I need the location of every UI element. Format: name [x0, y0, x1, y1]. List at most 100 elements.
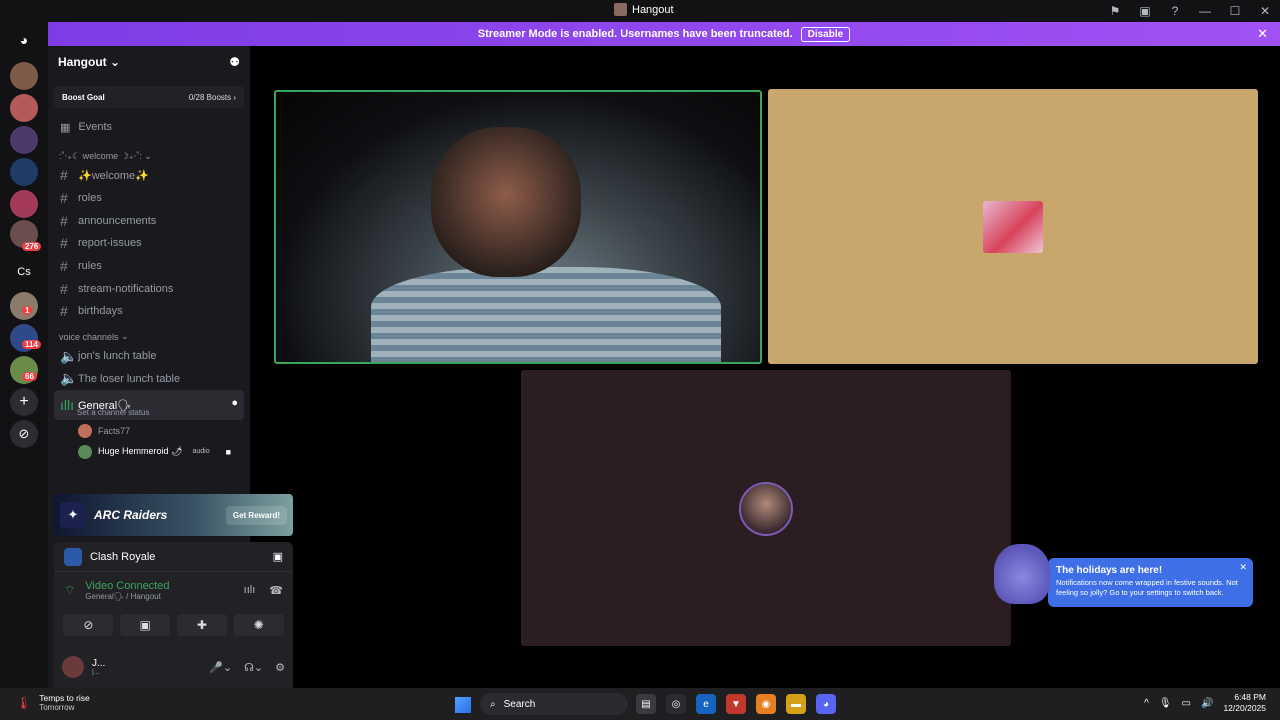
share-screen-button[interactable]: ▣ [120, 614, 171, 636]
channel-stream-notifications[interactable]: # stream-notifications [48, 277, 250, 300]
add-server-icon[interactable]: + [10, 388, 38, 416]
avatar[interactable] [62, 656, 84, 678]
chevron-up-icon[interactable]: ^ [1144, 698, 1149, 709]
clock[interactable]: 6:48 PM 12/20/2025 [1223, 692, 1266, 714]
get-reward-button[interactable]: Get Reward! [225, 505, 287, 525]
taskbar: 🌡 Temps to rise Tomorrow ⌕ Search ▤ ◎ e ▼… [0, 688, 1280, 720]
discord-taskbar-icon[interactable]: ◕ [816, 694, 836, 714]
soundboard-button[interactable]: ✺ [233, 614, 284, 636]
camera-icon: ■ [225, 446, 232, 457]
taskbar-search[interactable]: ⌕ Search [480, 693, 628, 715]
chat-icon[interactable]: ● [231, 397, 238, 409]
invite-icon[interactable]: ⚉ [229, 55, 240, 69]
server-avatar[interactable] [10, 62, 38, 90]
close-window-button[interactable]: ✕ [1250, 4, 1280, 18]
voice-connection: ⌔ Video Connected General🗣 / Hangout ıılı… [64, 579, 283, 601]
category-welcome[interactable]: :˚‧₊☾ welcome ☽₊‧˚: ⌄ [48, 148, 250, 164]
channel-status[interactable]: Set a channel status [77, 408, 150, 417]
edge-icon[interactable]: e [696, 694, 716, 714]
disconnect-icon[interactable]: ☎ [269, 584, 283, 597]
channel-announcements[interactable]: # announcements [48, 209, 250, 232]
calendar-icon: ▦ [60, 121, 71, 134]
hash-icon: # [60, 258, 68, 275]
activity-row[interactable]: Clash Royale ▣ [54, 542, 293, 572]
search-icon: ⌕ [490, 698, 496, 710]
voice-action-buttons: ⊘ ▣ ✚ ✺ [54, 608, 293, 642]
speaker-icon: 🔈 [60, 370, 78, 387]
voice-user[interactable]: Huge Hemmeroid 🌶 audio ■ [48, 441, 250, 462]
category-voice[interactable]: voice channels ⌄ [48, 329, 250, 345]
channel-roles[interactable]: # roles [48, 187, 250, 210]
close-icon[interactable]: ✕ [1257, 26, 1268, 42]
mention-badge: 66 [22, 372, 37, 381]
windows-start-icon[interactable] [455, 697, 471, 713]
user-area: J... |... 🎤⌄ ☊⌄ ⚙ [54, 648, 293, 686]
avatar [78, 423, 92, 438]
activities-button[interactable]: ✚ [176, 614, 227, 636]
channel-rules[interactable]: # rules [48, 255, 250, 278]
voice-channel-loser-lunch-table[interactable]: 🔈 The loser lunch table [48, 368, 250, 391]
thermometer-icon: 🌡 [16, 695, 32, 710]
game-icon [64, 547, 82, 566]
stream-game-icon[interactable]: ▣ [273, 550, 283, 563]
server-icon [614, 3, 627, 16]
hash-icon: # [60, 190, 68, 207]
voice-channel-jons-lunch-table[interactable]: 🔈 jon's lunch table [48, 345, 250, 368]
volume-icon[interactable]: 🔊 [1201, 698, 1213, 709]
discord-home-icon[interactable]: ◕ [10, 26, 38, 54]
headphones-icon[interactable]: ☊⌄ [244, 661, 263, 674]
firefox-icon[interactable]: ◉ [756, 694, 776, 714]
video-tile-user[interactable] [521, 370, 1011, 646]
voice-active-icon: ıllı [60, 397, 74, 414]
weather-widget[interactable]: 🌡 Temps to rise Tomorrow [16, 693, 90, 712]
noise-suppression-icon[interactable]: ıılı [244, 584, 256, 597]
brave-icon[interactable]: ▼ [726, 694, 746, 714]
file-explorer-icon[interactable]: ▬ [786, 694, 806, 714]
help-icon[interactable]: ? [1160, 4, 1190, 18]
channel-birthdays[interactable]: # birthdays [48, 300, 250, 323]
network-icon[interactable]: ▭ [1182, 698, 1191, 709]
webcam-person-shirt [371, 267, 721, 362]
channel-report-issues[interactable]: # report-issues [48, 232, 250, 255]
close-icon[interactable]: ✕ [1239, 562, 1247, 573]
hash-icon: # [60, 212, 68, 229]
settings-gear-icon[interactable]: ⚙ [275, 661, 285, 674]
hash-icon: # [60, 303, 68, 320]
discover-icon[interactable]: ⊘ [10, 420, 38, 448]
voice-channel-general[interactable]: ıllı General🗣 Set a channel status ● [54, 390, 244, 421]
server-avatar[interactable] [10, 126, 38, 154]
boost-goal[interactable]: Boost Goal 0/28 Boosts › [54, 86, 244, 108]
maximize-button[interactable]: ☐ [1220, 4, 1250, 18]
channel-sidebar: Hangout ⌄ ⚉ Boost Goal 0/28 Boosts › ▦ E… [48, 46, 293, 692]
server-avatar[interactable] [10, 190, 38, 218]
video-tile-camera[interactable] [274, 90, 762, 364]
microphone-icon[interactable]: 🎙 [1159, 698, 1172, 709]
screen-icon[interactable]: ▣ [1130, 4, 1160, 18]
events-item[interactable]: ▦ Events [48, 116, 250, 138]
microphone-icon[interactable]: 🎤⌄ [209, 661, 232, 674]
server-cs[interactable]: Cs [10, 258, 38, 286]
server-rail: ◕ 276 Cs 1 114 66 + ⊘ [0, 22, 48, 688]
title-bar: Hangout ⚑ ▣ ? — ☐ ✕ [0, 0, 1280, 22]
task-view-icon[interactable]: ▤ [636, 694, 656, 714]
video-tile-user[interactable] [768, 89, 1258, 364]
streamer-mode-banner: Streamer Mode is enabled. Usernames have… [48, 22, 1280, 46]
promo-banner: ✦ ARC Raiders Get Reward! [54, 494, 293, 536]
server-avatar[interactable] [10, 94, 38, 122]
camera-off-button[interactable]: ⊘ [63, 614, 114, 636]
holiday-notification[interactable]: The holidays are here! Notifications now… [1048, 558, 1253, 607]
channel-welcome[interactable]: # ✨welcome✨ [48, 164, 250, 187]
holiday-mascot [994, 544, 1050, 604]
minimize-button[interactable]: — [1190, 4, 1220, 18]
hash-icon: # [60, 280, 68, 297]
taskbar-apps: ▤ ◎ e ▼ ◉ ▬ ◕ [636, 694, 836, 714]
signal-icon[interactable]: ⌔ [64, 583, 75, 598]
disable-button[interactable]: Disable [800, 26, 851, 42]
guild-header[interactable]: Hangout ⌄ ⚉ [48, 46, 250, 78]
webcam-person-head [431, 127, 581, 277]
voice-user[interactable]: Facts77 [48, 420, 250, 441]
chrome-icon[interactable]: ◎ [666, 694, 686, 714]
server-avatar[interactable] [10, 158, 38, 186]
hash-icon: # [60, 167, 68, 184]
inbox-icon[interactable]: ⚑ [1100, 4, 1130, 18]
